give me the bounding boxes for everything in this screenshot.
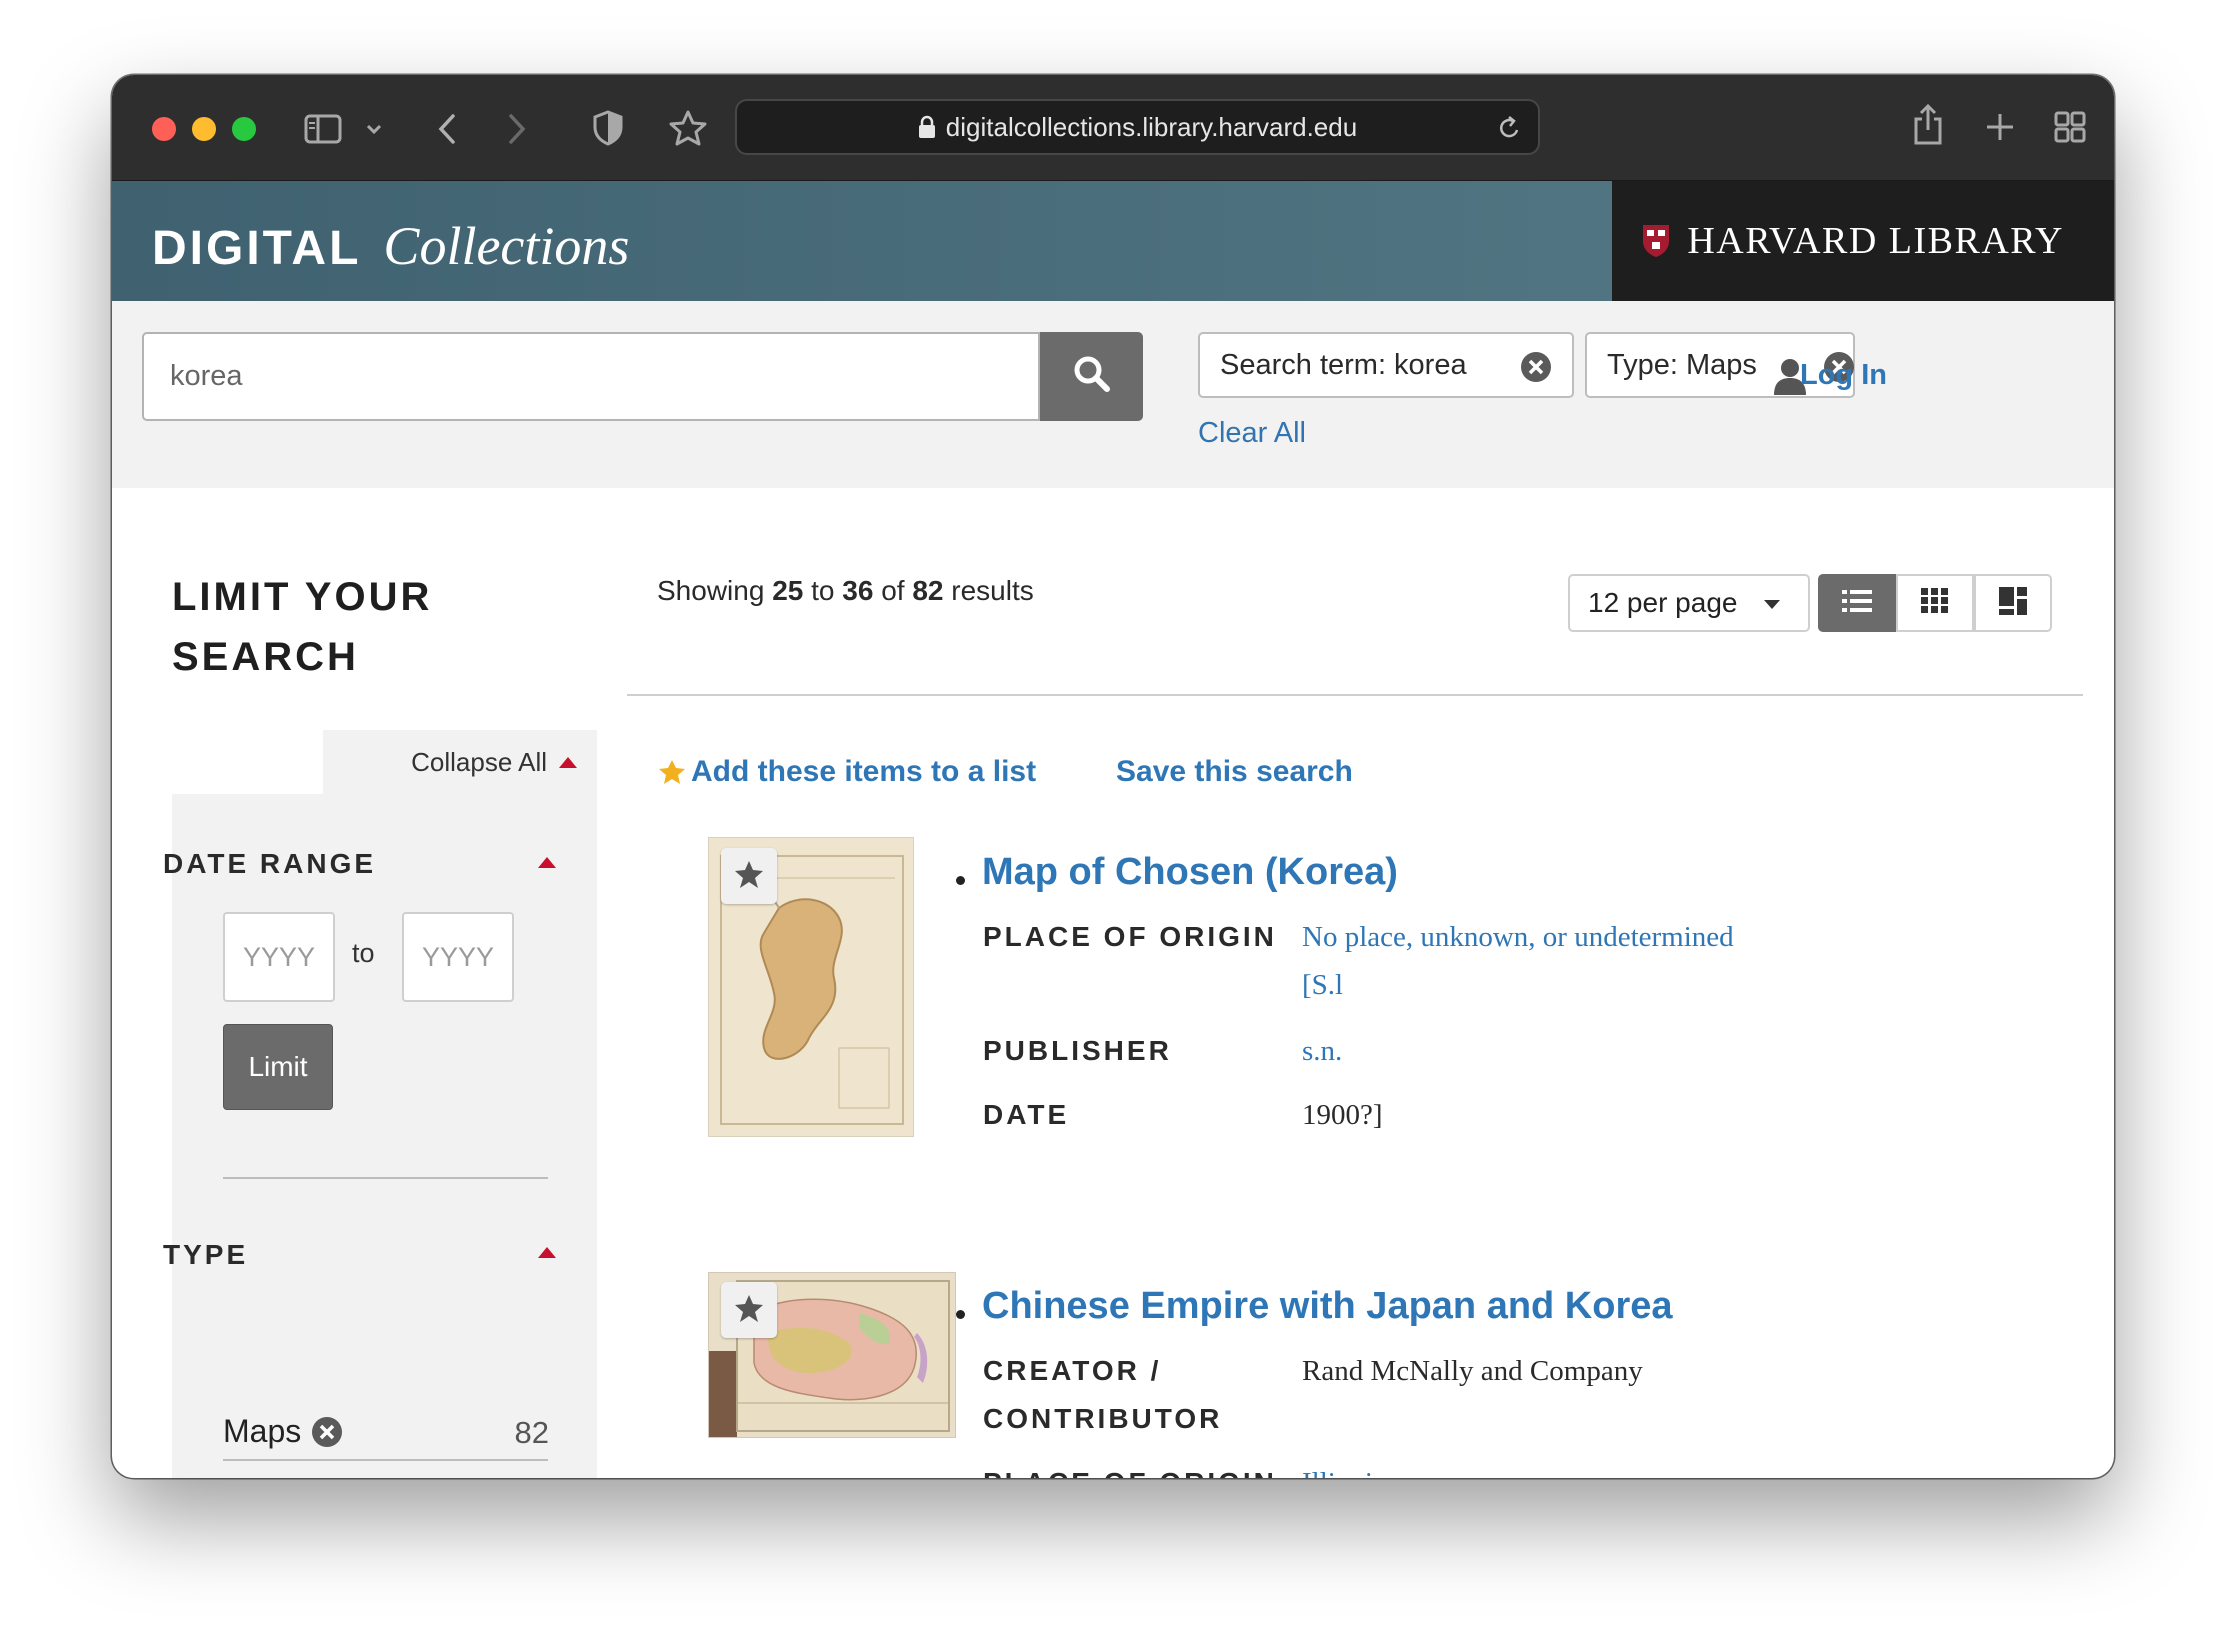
field-label-continued: CONTRIBUTOR (983, 1403, 1223, 1434)
search-button[interactable] (1040, 332, 1143, 421)
address-bar[interactable]: digitalcollections.library.harvard.edu (735, 99, 1540, 155)
date-range-collapse-icon[interactable] (538, 857, 556, 868)
share-icon[interactable] (1910, 101, 1946, 147)
field-label: PUBLISHER (983, 1035, 1172, 1066)
new-tab-icon[interactable] (1982, 109, 2018, 145)
collapse-all-button[interactable]: Collapse All (323, 730, 597, 794)
caret-down-icon (1764, 600, 1780, 609)
search-icon (1072, 354, 1112, 399)
masonry-view-icon (1998, 586, 2028, 621)
range-of: of (881, 575, 905, 606)
browser-toolbar: digitalcollections.library.harvard.edu (112, 75, 2114, 181)
login-link[interactable]: Log In (1772, 355, 1887, 395)
save-search-link[interactable]: Save this search (1116, 755, 1353, 789)
limit-search-heading: LIMIT YOUR SEARCH (172, 575, 433, 679)
grid-view-icon (1920, 587, 1950, 620)
field-label: PLACE OF ORIGIN (983, 921, 1277, 952)
type-heading[interactable]: TYPE (163, 1239, 248, 1271)
harvard-library-logo[interactable]: HARVARD LIBRARY (1612, 181, 2114, 301)
zoom-window-button[interactable] (232, 117, 256, 141)
search-band: korea Search term: korea Type: Maps Clea… (112, 301, 2114, 488)
per-page-select[interactable]: 12 per page (1568, 574, 1810, 632)
per-page-value: 12 per page (1588, 587, 1738, 618)
facet-panel (172, 794, 597, 1478)
star-icon (733, 1293, 765, 1328)
result-title-link[interactable]: Chinese Empire with Japan and Korea (982, 1285, 1673, 1328)
type-facet-maps[interactable]: Maps (223, 1413, 343, 1450)
login-label: Log In (1800, 358, 1887, 391)
add-items-to-list-link[interactable]: Add these items to a list (657, 755, 1036, 789)
collapse-all-label: Collapse All (411, 746, 547, 777)
search-input[interactable]: korea (142, 332, 1040, 421)
remove-search-term-icon[interactable] (1520, 351, 1552, 383)
date-value: 1900?] (1302, 1099, 1383, 1131)
star-icon (733, 859, 765, 894)
sidebar-toggle-icon[interactable] (302, 109, 344, 149)
favorite-button[interactable] (721, 1282, 777, 1338)
reload-icon[interactable] (1496, 115, 1522, 150)
limit-button[interactable]: Limit (223, 1024, 333, 1110)
place-of-origin-link[interactable]: No place, unknown, or undetermined (1302, 913, 1734, 961)
brand-digital: DIGITAL (152, 222, 362, 275)
search-term-chip-label: Search term: korea (1220, 348, 1467, 381)
brand-collections: Collections (383, 216, 630, 276)
creator-value: Rand McNally and Company (1302, 1355, 1643, 1387)
lock-icon (918, 115, 936, 139)
add-items-label: Add these items to a list (691, 755, 1037, 788)
place-of-origin-link-2[interactable]: [S.l (1302, 961, 1343, 1009)
results-suffix: results (951, 575, 1034, 606)
range-to: to (811, 575, 835, 606)
search-term-chip[interactable]: Search term: korea (1198, 332, 1574, 398)
list-bullet (956, 1310, 965, 1319)
showing-prefix: Showing (657, 575, 765, 606)
total-results: 82 (912, 575, 944, 606)
type-chip-label: Type: Maps (1607, 348, 1757, 381)
range-start: 25 (772, 575, 804, 606)
type-collapse-icon[interactable] (538, 1247, 556, 1258)
minimize-window-button[interactable] (192, 117, 216, 141)
bookmark-star-icon[interactable] (667, 107, 709, 149)
date-to-input[interactable]: YYYY (402, 912, 514, 1002)
list-bullet (956, 876, 965, 885)
back-icon[interactable] (432, 109, 462, 149)
chevron-down-icon[interactable] (364, 119, 384, 139)
harvard-shield-icon (1641, 223, 1671, 259)
date-from-input[interactable]: YYYY (223, 912, 335, 1002)
field-label: CREATOR / (983, 1355, 1162, 1386)
date-to-label: to (352, 938, 375, 968)
tab-overview-icon[interactable] (2052, 109, 2088, 145)
favorite-button[interactable] (721, 848, 777, 904)
site-header: DIGITAL Collections HARVARD LIBRARY (112, 181, 2114, 301)
site-logo[interactable]: DIGITAL Collections (152, 215, 629, 277)
masonry-view-button[interactable] (1974, 574, 2052, 632)
star-icon (657, 758, 687, 786)
forward-icon[interactable] (502, 109, 532, 149)
maps-facet-count: 82 (514, 1415, 549, 1450)
list-view-icon (1841, 588, 1873, 619)
search-input-value: korea (170, 360, 243, 392)
maps-facet-label: Maps (223, 1413, 302, 1449)
publisher-link[interactable]: s.n. (1302, 1027, 1342, 1075)
caret-up-icon (559, 757, 577, 768)
facet-divider (223, 1459, 548, 1461)
facet-divider (223, 1177, 548, 1179)
grid-view-button[interactable] (1896, 574, 1974, 632)
browser-window: digitalcollections.library.harvard.edu D… (112, 75, 2114, 1478)
result-title-link[interactable]: Map of Chosen (Korea) (982, 851, 1398, 894)
results-count: Showing 25 to 36 of 82 results (657, 575, 1034, 607)
results-divider (627, 694, 2083, 696)
list-view-button[interactable] (1818, 574, 1896, 632)
place-of-origin-link[interactable]: Illinois (1302, 1459, 1384, 1478)
privacy-shield-icon[interactable] (590, 107, 626, 149)
close-window-button[interactable] (152, 117, 176, 141)
remove-maps-facet-icon[interactable] (311, 1416, 343, 1448)
url-text: digitalcollections.library.harvard.edu (945, 111, 1358, 142)
harvard-library-text: HARVARD LIBRARY (1687, 220, 2064, 262)
field-label: DATE (983, 1099, 1070, 1130)
range-end: 36 (842, 575, 874, 606)
clear-all-link[interactable]: Clear All (1198, 417, 1306, 450)
field-label: PLACE OF ORIGIN (983, 1459, 1277, 1478)
date-range-heading[interactable]: DATE RANGE (163, 848, 376, 880)
